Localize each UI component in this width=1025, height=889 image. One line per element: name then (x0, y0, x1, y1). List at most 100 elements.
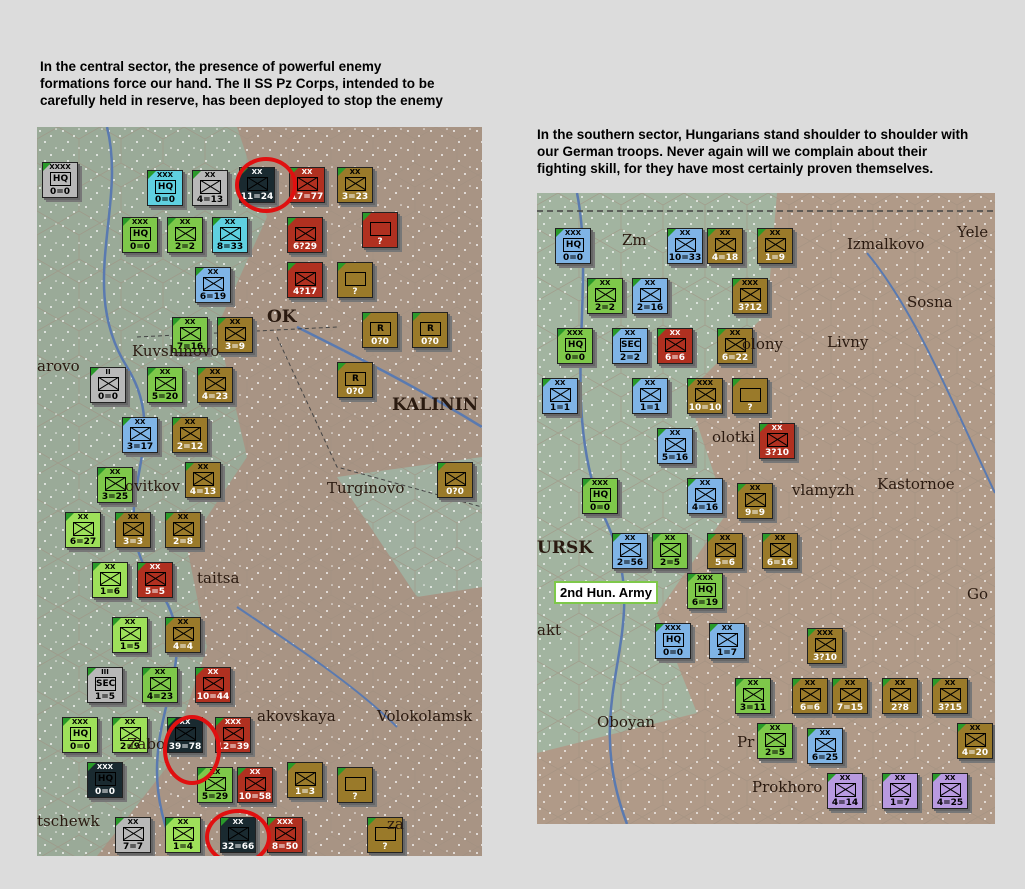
infantry-icon (695, 488, 716, 502)
central-unit-counter[interactable]: XXX HQ 0=0 (62, 717, 98, 753)
central-unit-counter[interactable]: XX 3=3 (115, 512, 151, 548)
southern-unit-counter[interactable]: XX 4=16 (687, 478, 723, 514)
central-unit-counter[interactable]: ? (362, 212, 398, 248)
southern-unit-counter[interactable]: XX 2?8 (882, 678, 918, 714)
unit-strength: 3=23 (341, 192, 369, 202)
southern-unit-counter[interactable]: XX 1=7 (882, 773, 918, 809)
unit-size: XX (944, 774, 956, 782)
infantry-icon (740, 388, 761, 402)
southern-unit-counter[interactable]: XX 4=18 (707, 228, 743, 264)
central-unit-counter[interactable]: XXXX HQ 0=0 (42, 162, 78, 198)
central-unit-counter[interactable]: ? (337, 767, 373, 803)
central-unit-counter[interactable]: XX 3=23 (337, 167, 373, 203)
southern-unit-counter[interactable]: XX 3?15 (932, 678, 968, 714)
central-unit-counter[interactable]: XX 2=2 (167, 217, 203, 253)
infantry-icon (743, 688, 764, 702)
southern-unit-counter[interactable]: XXX HQ 0=0 (582, 478, 618, 514)
central-unit-counter[interactable]: XX 4=13 (192, 170, 228, 206)
southern-unit-counter[interactable]: XX 2=16 (632, 278, 668, 314)
unit-size: II (105, 368, 111, 376)
central-unit-counter[interactable]: XXX 8=50 (267, 817, 303, 853)
central-unit-counter[interactable]: R 0?0 (337, 362, 373, 398)
central-unit-counter[interactable]: ? (337, 262, 373, 298)
central-unit-counter[interactable]: XX 7=7 (115, 817, 151, 853)
southern-unit-counter[interactable]: XX 1=7 (709, 623, 745, 659)
central-unit-counter[interactable]: XXX HQ 0=0 (122, 217, 158, 253)
unit-strength: 1=4 (172, 842, 194, 852)
southern-unit-counter[interactable]: XX 6=6 (657, 328, 693, 364)
central-unit-counter[interactable]: XX 5=5 (137, 562, 173, 598)
unit-strength: 0?0 (446, 487, 464, 497)
central-unit-counter[interactable]: 4?17 (287, 262, 323, 298)
hq-icon: HQ (565, 338, 586, 352)
central-unit-counter[interactable]: XX 6=19 (195, 267, 231, 303)
central-unit-counter[interactable]: XX 2=8 (165, 512, 201, 548)
central-unit-counter[interactable]: XX 8=33 (212, 217, 248, 253)
central-unit-counter[interactable]: XX 1=5 (112, 617, 148, 653)
southern-unit-counter[interactable]: XX 2=5 (757, 723, 793, 759)
central-unit-counter[interactable]: XX 1=4 (165, 817, 201, 853)
southern-unit-counter[interactable]: XXX HQ 6=19 (687, 573, 723, 609)
central-unit-counter[interactable]: 6?29 (287, 217, 323, 253)
infantry-icon (245, 777, 266, 791)
southern-unit-counter[interactable]: XX 6=25 (807, 728, 843, 764)
southern-unit-counter[interactable]: XX 4=14 (827, 773, 863, 809)
southern-unit-counter[interactable]: XX 5=16 (657, 428, 693, 464)
southern-unit-counter[interactable]: XX 5=6 (707, 533, 743, 569)
unit-strength: 6=22 (721, 353, 749, 363)
infantry-icon: R (420, 322, 441, 336)
central-unit-counter[interactable]: XX 4=23 (197, 367, 233, 403)
central-unit-counter[interactable]: 1=3 (287, 762, 323, 798)
central-unit-counter[interactable]: XX 1=6 (92, 562, 128, 598)
southern-unit-counter[interactable]: XXX 3?12 (732, 278, 768, 314)
central-unit-counter[interactable]: XX 10=44 (195, 667, 231, 703)
highlight-ring (205, 809, 271, 856)
southern-unit-counter[interactable]: XX 4=20 (957, 723, 993, 759)
central-unit-counter[interactable]: XX 3=17 (122, 417, 158, 453)
southern-unit-counter[interactable]: XXX HQ 0=0 (557, 328, 593, 364)
central-unit-counter[interactable]: XX 10=58 (237, 767, 273, 803)
central-unit-counter[interactable]: XXX HQ 0=0 (87, 762, 123, 798)
unit-strength: 2=2 (619, 353, 641, 363)
central-unit-counter[interactable]: XX 6=27 (65, 512, 101, 548)
southern-unit-counter[interactable]: XX 6=16 (762, 533, 798, 569)
southern-sector-map[interactable]: XXX HQ 0=0 XX 10=33 XX 4=18 XX 1=9 XX 2=2 XX 2=16 XXX… (537, 193, 995, 824)
central-sector-map[interactable]: XXXX HQ 0=0 XXX HQ 0=0 XX 4=13 XX 11=24 XX 17=77 XX 3… (37, 127, 482, 856)
southern-unit-counter[interactable]: XX 7=15 (832, 678, 868, 714)
southern-unit-counter[interactable]: XX 4=25 (932, 773, 968, 809)
southern-unit-counter[interactable]: ? (732, 378, 768, 414)
central-unit-counter[interactable]: XX 4=4 (165, 617, 201, 653)
southern-unit-counter[interactable]: XXX 3?10 (807, 628, 843, 664)
central-unit-counter[interactable]: II 0=0 (90, 367, 126, 403)
southern-unit-counter[interactable]: XX 2=5 (652, 533, 688, 569)
southern-unit-counter[interactable]: XX 1=9 (757, 228, 793, 264)
central-unit-counter[interactable]: XX 4=23 (142, 667, 178, 703)
southern-unit-counter[interactable]: XX 1=1 (632, 378, 668, 414)
central-unit-counter[interactable]: III SEC 1=5 (87, 667, 123, 703)
nation-flag-icon (438, 463, 446, 471)
southern-unit-counter[interactable]: XX 2=56 (612, 533, 648, 569)
southern-unit-counter[interactable]: XXX 10=10 (687, 378, 723, 414)
central-unit-counter[interactable]: XX 4=13 (185, 462, 221, 498)
southern-unit-counter[interactable]: XX 3=11 (735, 678, 771, 714)
central-unit-counter[interactable]: XX 5=20 (147, 367, 183, 403)
southern-unit-counter[interactable]: XX 1=1 (542, 378, 578, 414)
infantry-icon (295, 227, 316, 241)
central-unit-counter[interactable]: XX 3=9 (217, 317, 253, 353)
southern-unit-counter[interactable]: XXX HQ 0=0 (555, 228, 591, 264)
central-unit-counter[interactable]: XXX HQ 0=0 (147, 170, 183, 206)
southern-place-name: olotki (712, 428, 755, 446)
southern-unit-counter[interactable]: XX 6=6 (792, 678, 828, 714)
unit-size: XX (207, 268, 219, 276)
southern-unit-counter[interactable]: XXX HQ 0=0 (655, 623, 691, 659)
infantry-icon (205, 377, 226, 391)
southern-unit-counter[interactable]: XX 9=9 (737, 483, 773, 519)
central-unit-counter[interactable]: XX 2=12 (172, 417, 208, 453)
southern-unit-counter[interactable]: XX 3?10 (759, 423, 795, 459)
central-unit-counter[interactable]: R 0?0 (362, 312, 398, 348)
southern-unit-counter[interactable]: XX SEC 2=2 (612, 328, 648, 364)
central-unit-counter[interactable]: 0?0 (437, 462, 473, 498)
southern-unit-counter[interactable]: XX 10=33 (667, 228, 703, 264)
central-unit-counter[interactable]: R 0?0 (412, 312, 448, 348)
southern-unit-counter[interactable]: XX 2=2 (587, 278, 623, 314)
